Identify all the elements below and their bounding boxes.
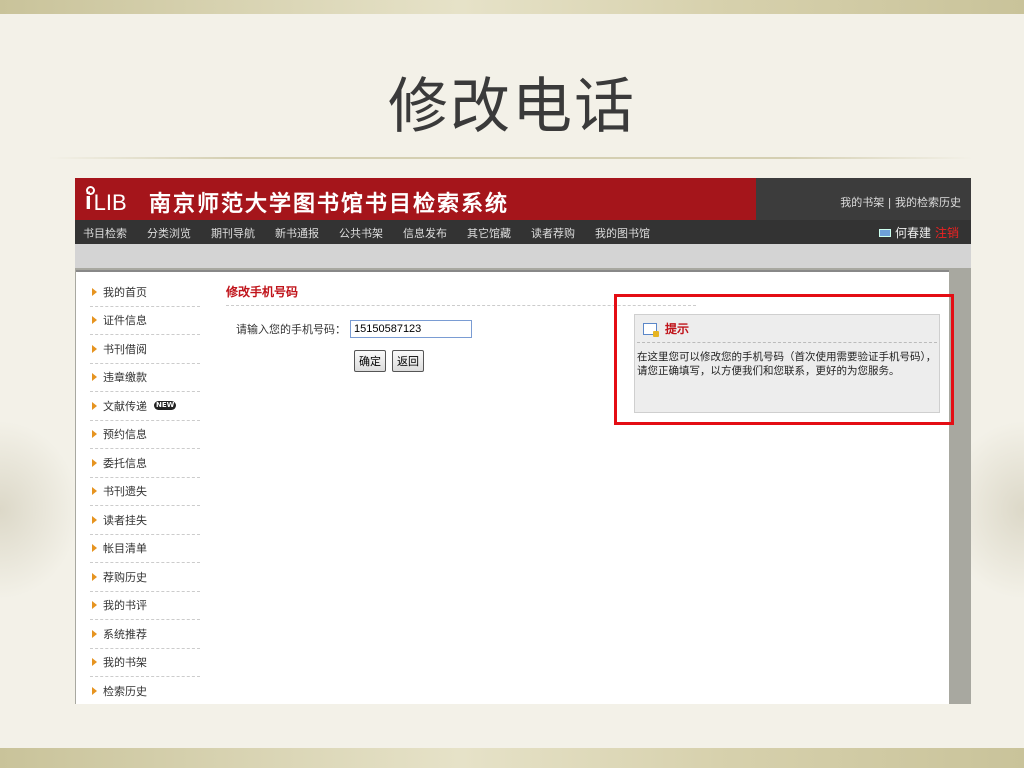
sidebar-item[interactable]: 预约信息 — [90, 421, 200, 449]
sidebar-item[interactable]: 我的书架 — [90, 649, 200, 677]
arrow-right-icon — [92, 601, 97, 610]
ilib-logo: i LIB — [85, 186, 127, 216]
sidebar-item[interactable]: 读者挂失 — [90, 506, 200, 535]
arrow-right-icon — [92, 487, 97, 496]
sidebar-item-label: 书刊借阅 — [103, 342, 147, 356]
phone-input[interactable] — [350, 320, 472, 338]
arrow-right-icon — [92, 572, 97, 581]
arrow-right-icon — [92, 316, 97, 325]
system-title: 南京师范大学图书馆书目检索系统 — [149, 192, 510, 217]
nav-item[interactable]: 书目检索 — [83, 225, 127, 241]
sidebar-item[interactable]: 系统推荐 — [90, 620, 200, 649]
sidebar: 我的首页证件信息书刊借阅违章缴款文献传递 NEW 预约信息委托信息书刊遗失读者挂失帐… — [90, 278, 200, 704]
arrow-right-icon — [92, 686, 97, 695]
arrow-right-icon — [92, 430, 97, 439]
sidebar-item-label: 预约信息 — [103, 428, 147, 442]
nav-item[interactable]: 期刊导航 — [211, 225, 255, 241]
sidebar-item[interactable]: 我的首页 — [90, 278, 200, 307]
sidebar-item[interactable]: 荐购历史 — [90, 563, 200, 592]
nav-item[interactable]: 我的图书馆 — [595, 225, 650, 241]
back-button[interactable]: 返回 — [392, 350, 424, 372]
sidebar-item[interactable]: 书刊借阅 — [90, 335, 200, 364]
nav-item[interactable]: 信息发布 — [403, 225, 447, 241]
arrow-right-icon — [92, 629, 97, 638]
sidebar-item-label: 委托信息 — [103, 456, 147, 470]
sidebar-item[interactable]: 证件信息 — [90, 307, 200, 335]
user-name[interactable]: 何春建 — [895, 224, 931, 241]
confirm-button[interactable]: 确定 — [354, 350, 386, 372]
nav-item[interactable]: 分类浏览 — [147, 225, 191, 241]
arrow-right-icon — [92, 658, 97, 667]
sidebar-item[interactable]: 帐目清单 — [90, 535, 200, 563]
sidebar-item-label: 证件信息 — [103, 314, 147, 328]
logo-text: LIB — [93, 190, 127, 215]
sidebar-item[interactable]: 检索历史 — [90, 677, 200, 704]
user-box: 何春建 注销 — [878, 224, 959, 241]
arrow-right-icon — [92, 544, 97, 553]
sidebar-item-label: 文献传递 — [103, 399, 147, 413]
slide-bottom-band — [0, 748, 1024, 768]
sidebar-item[interactable]: 我的书评 — [90, 592, 200, 620]
arrow-right-icon — [92, 401, 97, 410]
arrow-right-icon — [92, 458, 97, 467]
header-right-panel: 我的书架 | 我的检索历史 — [756, 178, 971, 220]
arrow-right-icon — [92, 344, 97, 353]
nav-item[interactable]: 其它馆藏 — [467, 225, 511, 241]
sidebar-item[interactable]: 书刊遗失 — [90, 478, 200, 506]
arrow-right-icon — [92, 287, 97, 296]
slide-top-band — [0, 0, 1024, 14]
sidebar-item[interactable]: 文献传递 NEW — [90, 392, 200, 421]
reader-card-icon — [878, 228, 891, 237]
sidebar-item[interactable]: 委托信息 — [90, 449, 200, 478]
sidebar-item-label: 我的书架 — [103, 656, 147, 670]
nav-item[interactable]: 新书通报 — [275, 225, 319, 241]
nav-items: 书目检索 分类浏览 期刊导航 新书通报 公共书架 信息发布 其它馆藏 读者荐购 我的图书馆 — [83, 225, 670, 241]
arrow-right-icon — [92, 373, 97, 382]
title-divider — [48, 157, 973, 159]
sidebar-item[interactable]: 违章缴款 — [90, 364, 200, 392]
sidebar-item-label: 检索历史 — [103, 684, 147, 698]
slide-title: 修改电话 — [388, 72, 636, 142]
sidebar-item-label: 我的首页 — [103, 285, 147, 299]
button-row: 确定 返回 — [354, 350, 424, 372]
logo-i-icon: i — [85, 186, 95, 216]
arrow-right-icon — [92, 515, 97, 524]
sidebar-item-label: 读者挂失 — [103, 513, 147, 527]
sidebar-item-label: 违章缴款 — [103, 371, 147, 385]
site-header: i LIB 南京师范大学图书馆书目检索系统 我的书架 | 我的检索历史 — [75, 178, 971, 220]
sub-bar — [75, 244, 971, 268]
sidebar-item-label: 我的书评 — [103, 599, 147, 613]
sidebar-item-label: 书刊遗失 — [103, 485, 147, 499]
new-badge: NEW — [154, 401, 177, 411]
slide-decoration-left — [0, 420, 80, 600]
sidebar-item-label: 帐目清单 — [103, 542, 147, 556]
logout-link[interactable]: 注销 — [935, 224, 959, 241]
phone-label: 请输入您的手机号码： — [236, 323, 346, 336]
nav-item[interactable]: 读者荐购 — [531, 225, 575, 241]
main-nav: 书目检索 分类浏览 期刊导航 新书通报 公共书架 信息发布 其它馆藏 读者荐购 我的图书馆 何春… — [75, 220, 971, 244]
top-links[interactable]: 我的书架 | 我的检索历史 — [840, 194, 961, 210]
highlight-frame — [614, 294, 954, 425]
phone-form-row: 请输入您的手机号码： — [236, 320, 472, 338]
sidebar-item-label: 系统推荐 — [103, 627, 147, 641]
library-screenshot: i LIB 南京师范大学图书馆书目检索系统 我的书架 | 我的检索历史 书目检索… — [75, 178, 971, 704]
sidebar-item-label: 荐购历史 — [103, 570, 147, 584]
nav-item[interactable]: 公共书架 — [339, 225, 383, 241]
